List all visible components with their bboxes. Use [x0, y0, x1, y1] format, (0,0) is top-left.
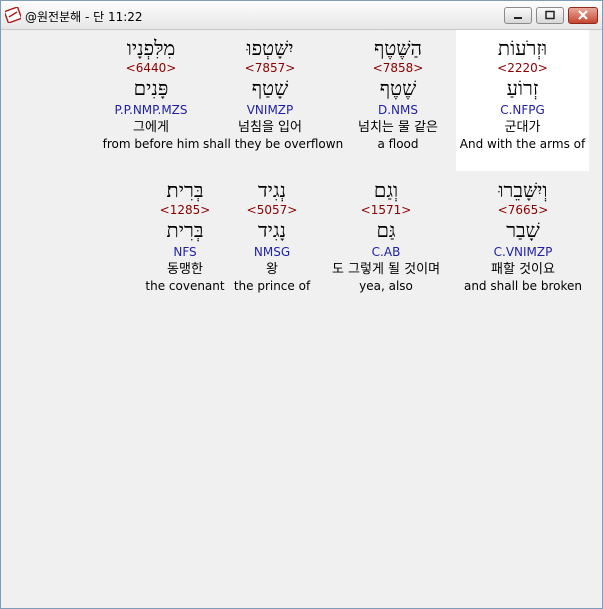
app-window: @원전분해 - 단 11:22 מִלִּפְנָיו <6440> פָּנִ… [0, 0, 603, 609]
minimize-button[interactable] [504, 7, 532, 24]
korean-gloss: 그에게 [133, 120, 169, 135]
word-cell[interactable]: וְיִשָּׁבֵרוּ <7665> שָׁבַר C.VNIMZP 패할 … [460, 178, 586, 294]
hebrew-lemma: זְרוֹעַ [506, 76, 539, 100]
hebrew-word: מִלִּפְנָיו [126, 36, 176, 60]
word-cell[interactable]: נְגִיד <5057> נָגִיד NMSG 왕 the prince o… [230, 178, 314, 294]
word-cell[interactable]: וְגַם <1571> גַּם C.AB 도 그렇게 될 것이며 yea, … [318, 178, 454, 294]
hebrew-lemma: שָׁבַר [506, 218, 540, 242]
window-title: @원전분해 - 단 11:22 [25, 10, 143, 24]
parse-code: VNIMZP [246, 103, 294, 117]
hebrew-lemma: בְּרִית [166, 218, 204, 242]
maximize-icon [545, 10, 555, 20]
english-gloss: and shall be broken [463, 279, 583, 293]
parse-code: C.AB [371, 245, 401, 259]
parse-code: C.VNIMZP [493, 245, 553, 259]
hebrew-word: הַשֶּׁטֶף [373, 36, 423, 60]
strongs-number: <1571> [360, 203, 412, 217]
word-cell[interactable]: הַשֶּׁטֶף <7858> שֶׁטֶף D.NMS 넘치는 물 같은 a… [343, 36, 453, 152]
english-gloss: the prince of [233, 279, 311, 293]
bible-book-icon [5, 7, 21, 23]
hebrew-word: יִשָּׁטְפוּ [246, 36, 294, 60]
korean-gloss: 군대가 [504, 120, 541, 135]
parse-code: D.NMS [377, 103, 418, 117]
close-icon [578, 10, 588, 20]
word-cell-selected[interactable]: וּזְרֹעוֹת <2220> זְרוֹעַ C.NFPG 군대가 And… [456, 30, 589, 171]
word-analysis-panel: מִלִּפְנָיו <6440> פָּנִים P.P.NMP.MZS 그… [4, 30, 599, 606]
english-gloss: shall they be overflown [203, 137, 344, 151]
word-cell[interactable]: בְּרִית׃ <1285> בְּרִית NFS 동맹한 the cove… [145, 178, 225, 294]
strongs-number: <1285> [159, 203, 211, 217]
parse-code: C.NFPG [500, 103, 545, 117]
title-bar[interactable]: @원전분해 - 단 11:22 [1, 1, 602, 30]
strongs-number: <7665> [497, 203, 549, 217]
strongs-number: <2220> [497, 61, 548, 75]
korean-gloss: 도 그렇게 될 것이며 [331, 262, 441, 277]
hebrew-lemma: שָׁטַף [251, 76, 289, 100]
korean-gloss: 왕 [266, 262, 278, 277]
korean-gloss: 패할 것이요 [491, 262, 555, 277]
hebrew-lemma: נָגִיד [258, 218, 286, 242]
hebrew-word: וְגַם [373, 178, 399, 202]
parse-code: NFS [173, 245, 197, 259]
strongs-number: <7857> [244, 61, 296, 75]
hebrew-word: בְּרִית׃ [166, 178, 204, 202]
english-gloss: the covenant [145, 279, 225, 293]
strongs-number: <5057> [246, 203, 298, 217]
korean-gloss: 넘치는 물 같은 [357, 120, 439, 135]
korean-gloss: 넘침을 입어 [238, 120, 302, 135]
minimize-icon [514, 17, 522, 19]
parse-code: P.P.NMP.MZS [114, 103, 188, 117]
parse-code: NMSG [253, 245, 291, 259]
hebrew-lemma: פָּנִים [133, 76, 169, 100]
english-gloss: yea, also [359, 279, 413, 293]
strongs-number: <6440> [125, 61, 177, 75]
word-cell[interactable]: מִלִּפְנָיו <6440> פָּנִים P.P.NMP.MZS 그… [101, 36, 201, 152]
hebrew-lemma: גַּם [376, 218, 396, 242]
hebrew-lemma: שֶׁטֶף [379, 76, 417, 100]
english-gloss: a flood [377, 137, 419, 151]
maximize-button[interactable] [536, 7, 564, 24]
korean-gloss: 동맹한 [167, 262, 203, 277]
hebrew-word: נְגִיד [258, 178, 286, 202]
english-gloss: And with the arms of [459, 137, 586, 151]
hebrew-word: וּזְרֹעוֹת [497, 36, 548, 60]
close-button[interactable] [568, 7, 598, 24]
english-gloss: from before him [102, 137, 200, 151]
word-cell[interactable]: יִשָּׁטְפוּ <7857> שָׁטַף VNIMZP 넘침을 입어 … [203, 36, 344, 152]
strongs-number: <7858> [372, 61, 424, 75]
hebrew-word: וְיִשָּׁבֵרוּ [498, 178, 548, 202]
